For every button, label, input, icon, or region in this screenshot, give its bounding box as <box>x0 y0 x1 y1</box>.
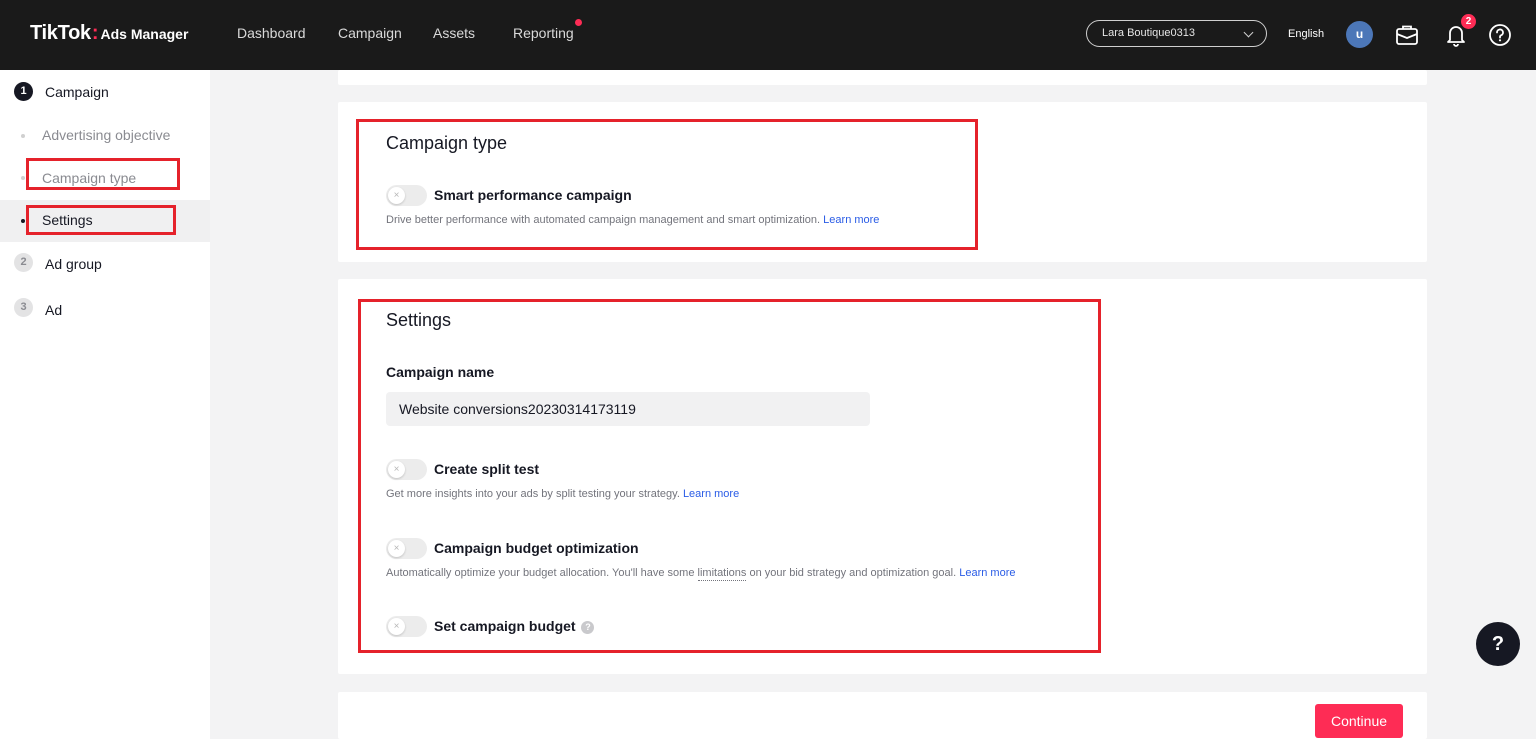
nav-dashboard[interactable]: Dashboard <box>237 25 306 41</box>
toggle-off-icon: × <box>388 187 405 204</box>
substep-settings[interactable]: Settings <box>42 212 93 228</box>
tiktok-ads-manager-logo[interactable]: TikTok : Ads Manager <box>30 22 188 45</box>
substep-bullet-active <box>21 219 25 223</box>
limitations-tooltip-text[interactable]: limitations <box>697 567 747 581</box>
avatar[interactable]: u <box>1346 21 1373 48</box>
substep-active-background <box>0 200 210 242</box>
nav-reporting-label: Reporting <box>513 25 574 41</box>
budget-optimization-learn-more-link[interactable]: Learn more <box>959 567 1015 579</box>
smart-performance-description: Drive better performance with automated … <box>386 214 879 226</box>
smart-performance-label: Smart performance campaign <box>434 187 632 203</box>
top-bar: TikTok : Ads Manager Dashboard Campaign … <box>0 0 1536 70</box>
nav-reporting[interactable]: Reporting <box>513 19 582 41</box>
floating-help-button[interactable]: ? <box>1476 622 1520 666</box>
split-test-learn-more-link[interactable]: Learn more <box>683 488 739 500</box>
campaign-type-title: Campaign type <box>386 133 508 153</box>
campaign-budget-label-text: Set campaign budget <box>434 618 576 634</box>
settings-card: Settings Campaign name × Create split te… <box>338 279 1427 674</box>
logo-subtitle: Ads Manager <box>100 26 189 42</box>
campaign-name-input[interactable] <box>386 392 870 426</box>
toggle-off-icon: × <box>388 461 405 478</box>
split-test-desc-text: Get more insights into your ads by split… <box>386 488 680 500</box>
budget-optimization-desc-text-end: on your bid strategy and optimization go… <box>749 567 957 579</box>
step-sidebar: 1 Campaign Advertising objective Campaig… <box>0 70 210 739</box>
smart-performance-toggle[interactable]: × <box>386 185 427 206</box>
language-selector[interactable]: English <box>1288 28 1324 40</box>
action-bar-card <box>338 692 1427 739</box>
continue-button[interactable]: Continue <box>1315 704 1403 738</box>
nav-campaign[interactable]: Campaign <box>338 25 402 41</box>
reporting-notification-dot <box>574 19 582 26</box>
account-selector[interactable]: Lara Boutique0313 <box>1086 20 1267 47</box>
split-test-toggle[interactable]: × <box>386 459 427 480</box>
campaign-type-card: Campaign type × Smart performance campai… <box>338 102 1427 262</box>
briefcase-icon[interactable] <box>1394 22 1420 48</box>
campaign-budget-toggle[interactable]: × <box>386 616 427 637</box>
logo-main: TikTok <box>30 22 91 44</box>
substep-campaign-type[interactable]: Campaign type <box>42 170 136 186</box>
logo-separator: : <box>91 22 99 44</box>
campaign-budget-label: Set campaign budget ? <box>434 618 595 634</box>
step-3-number: 3 <box>14 298 33 317</box>
budget-optimization-label: Campaign budget optimization <box>434 540 639 556</box>
smart-performance-learn-more-link[interactable]: Learn more <box>823 214 879 226</box>
smart-performance-desc-text: Drive better performance with automated … <box>386 214 821 226</box>
budget-optimization-description: Automatically optimize your budget alloc… <box>386 567 1016 581</box>
campaign-name-label: Campaign name <box>386 364 495 380</box>
account-name: Lara Boutique0313 <box>1102 27 1195 39</box>
toggle-off-icon: × <box>388 540 405 557</box>
split-test-description: Get more insights into your ads by split… <box>386 488 739 500</box>
budget-optimization-toggle[interactable]: × <box>386 538 427 559</box>
step-ad[interactable]: Ad <box>45 302 62 318</box>
budget-optimization-desc-text: Automatically optimize your budget alloc… <box>386 567 695 579</box>
substep-bullet <box>21 134 25 138</box>
substep-bullet <box>21 176 25 180</box>
nav-assets[interactable]: Assets <box>433 25 475 41</box>
step-campaign[interactable]: Campaign <box>45 84 109 100</box>
step-ad-group[interactable]: Ad group <box>45 256 102 272</box>
notification-count-badge: 2 <box>1461 14 1476 29</box>
split-test-label: Create split test <box>434 461 540 477</box>
settings-title: Settings <box>386 310 452 330</box>
substep-advertising-objective[interactable]: Advertising objective <box>42 127 170 143</box>
toggle-off-icon: × <box>388 618 405 635</box>
step-1-number: 1 <box>14 82 33 101</box>
chevron-down-icon <box>1243 27 1254 38</box>
step-2-number: 2 <box>14 253 33 272</box>
question-tooltip-icon[interactable]: ? <box>581 621 595 634</box>
help-icon[interactable] <box>1487 22 1513 48</box>
previous-section-card <box>338 70 1427 85</box>
